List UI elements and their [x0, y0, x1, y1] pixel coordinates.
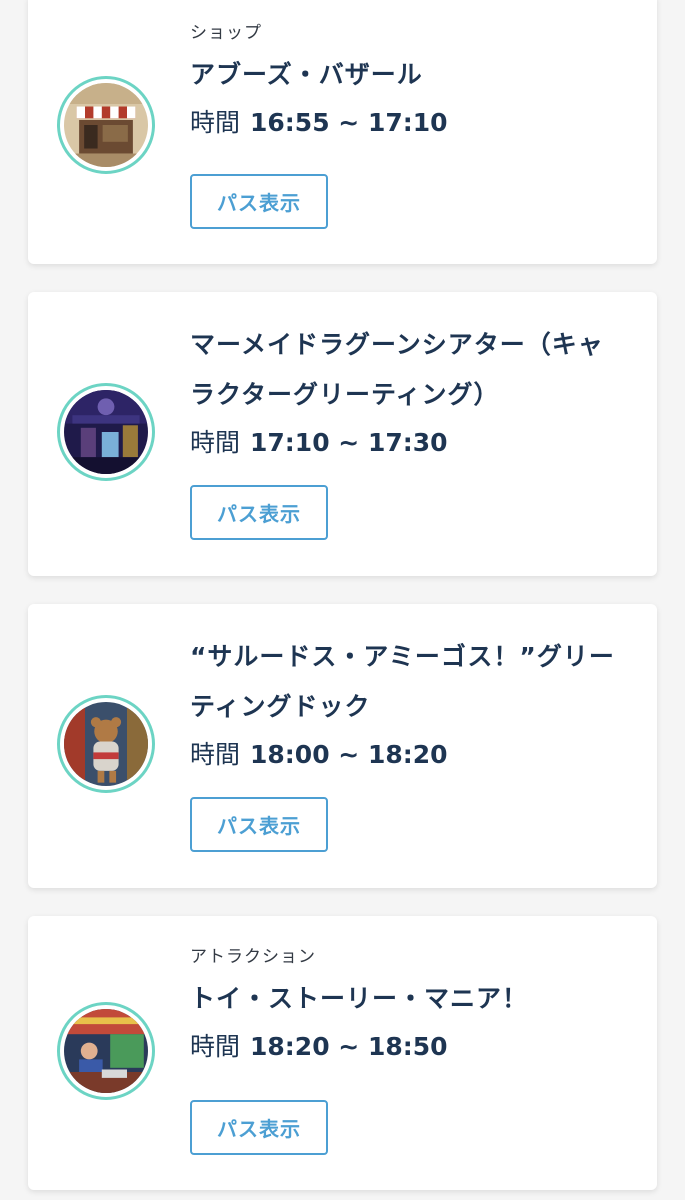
pass-card: ショップ アブーズ・バザール 時間 16:55 ~ 17:10 パス表示	[28, 0, 657, 264]
pass-card: アトラクション トイ・ストーリー・マニア！ 時間 18:20 ~ 18:50 パス…	[28, 916, 657, 1190]
time-range: 16:55 ~ 17:10	[250, 108, 448, 137]
pass-time: 時間 17:10 ~ 17:30	[190, 420, 621, 466]
pass-title: トイ・ストーリー・マニア！	[190, 984, 529, 1013]
mermaid-theater-thumbnail	[57, 383, 155, 481]
time-label: 時間	[190, 108, 241, 137]
pass-time: 時間 18:00 ~ 18:20	[190, 732, 621, 778]
show-pass-button[interactable]: パス表示	[190, 174, 328, 229]
time-label: 時間	[190, 740, 241, 769]
shop-bazaar-thumbnail	[57, 76, 155, 174]
show-pass-button[interactable]: パス表示	[190, 1100, 328, 1155]
pass-title: “サルードス・アミーゴス！”グリーティングドック	[190, 642, 615, 721]
pass-time: 時間 18:20 ~ 18:50	[190, 1024, 621, 1070]
show-pass-button[interactable]: パス表示	[190, 485, 328, 540]
pass-title: マーメイドラグーンシアター（キャラクターグリーティング）	[190, 330, 604, 409]
duffy-greeting-thumbnail	[57, 695, 155, 793]
show-pass-button[interactable]: パス表示	[190, 797, 328, 852]
pass-title: アブーズ・バザール	[190, 60, 423, 89]
pass-time: 時間 16:55 ~ 17:10	[190, 100, 621, 146]
time-range: 18:00 ~ 18:20	[250, 740, 448, 769]
pass-category: ショップ	[190, 23, 262, 43]
time-label: 時間	[190, 1032, 241, 1061]
time-range: 17:10 ~ 17:30	[250, 428, 448, 457]
time-label: 時間	[190, 428, 241, 457]
pass-card: マーメイドラグーンシアター（キャラクターグリーティング） 時間 17:10 ~ 1…	[28, 292, 657, 576]
pass-category: アトラクション	[190, 947, 316, 967]
time-range: 18:20 ~ 18:50	[250, 1032, 448, 1061]
toy-story-mania-thumbnail	[57, 1002, 155, 1100]
pass-card: “サルードス・アミーゴス！”グリーティングドック 時間 18:00 ~ 18:20…	[28, 604, 657, 888]
